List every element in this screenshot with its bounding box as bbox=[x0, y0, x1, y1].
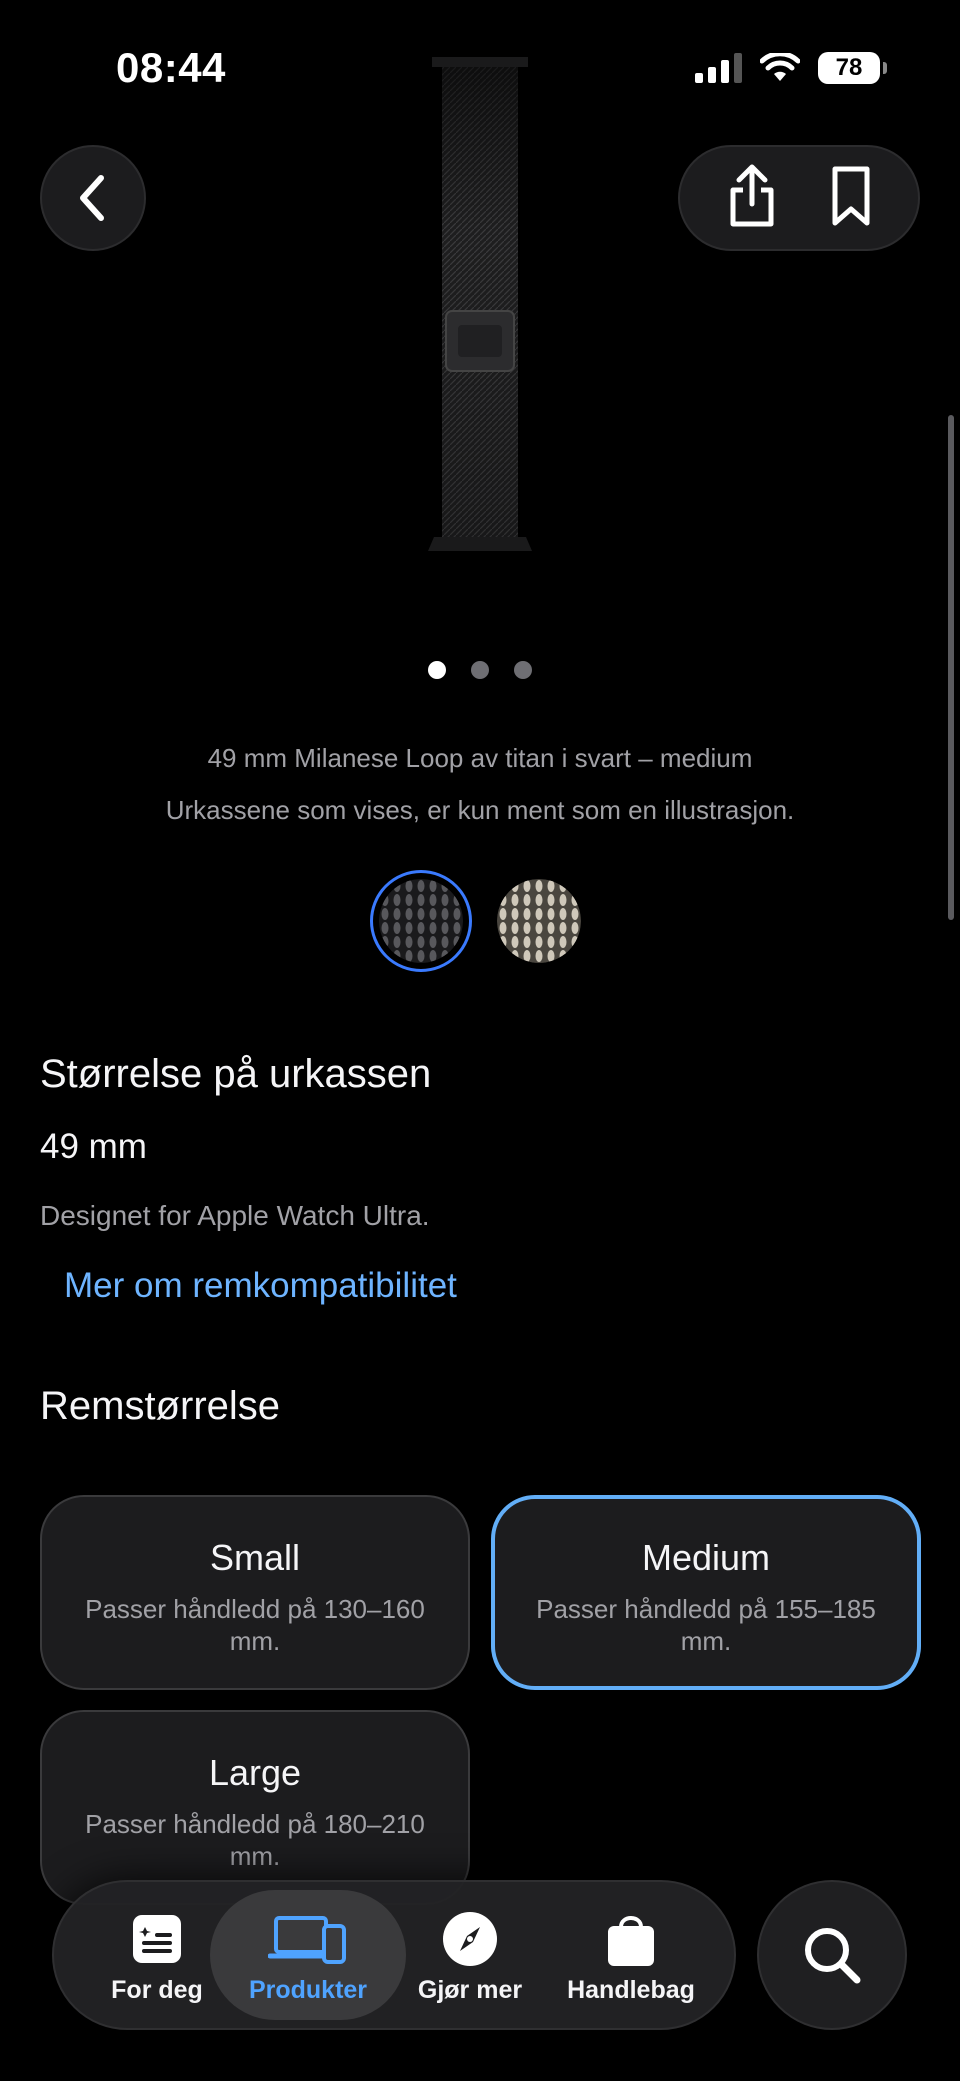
case-size-note: Designet for Apple Watch Ultra. bbox=[40, 1200, 430, 1231]
band-size-option-large[interactable]: Large Passer håndledd på 180–210 mm. bbox=[40, 1710, 470, 1905]
status-indicators: 78 bbox=[695, 52, 887, 84]
tab-bag[interactable]: Handlebag bbox=[556, 1890, 706, 2020]
action-button-group bbox=[678, 145, 920, 251]
tab-label: Produkter bbox=[248, 1976, 368, 2004]
product-image[interactable] bbox=[420, 55, 540, 555]
color-swatch-natural[interactable] bbox=[488, 870, 590, 972]
battery-icon: 78 bbox=[818, 52, 887, 84]
back-button[interactable] bbox=[40, 145, 146, 251]
bag-icon bbox=[608, 1916, 654, 1966]
pagination-dot[interactable] bbox=[428, 661, 446, 679]
pagination-dot[interactable] bbox=[471, 661, 489, 679]
battery-level: 78 bbox=[835, 54, 863, 81]
natural-titanium-swatch bbox=[497, 879, 581, 963]
tab-label: For deg bbox=[111, 1976, 203, 2004]
products-icon bbox=[268, 1916, 346, 1964]
search-button[interactable] bbox=[757, 1880, 907, 2030]
case-size-title: Størrelse på urkassen bbox=[40, 1052, 432, 1096]
bookmark-icon bbox=[832, 166, 870, 225]
compass-icon bbox=[443, 1912, 497, 1966]
pagination-dot[interactable] bbox=[514, 661, 532, 679]
band-size-description: Passer håndledd på 155–185 mm. bbox=[536, 1594, 876, 1656]
band-size-description: Passer håndledd på 130–160 mm. bbox=[85, 1594, 425, 1656]
band-size-label: Medium bbox=[641, 1537, 771, 1578]
tab-label: Handlebag bbox=[567, 1976, 695, 2004]
band-size-label: Large bbox=[208, 1752, 302, 1793]
chevron-left-icon bbox=[80, 175, 104, 221]
image-pagination bbox=[0, 661, 960, 679]
color-swatch-black[interactable] bbox=[370, 870, 472, 972]
search-icon bbox=[805, 1928, 861, 1984]
share-button[interactable] bbox=[725, 164, 779, 233]
product-name: 49 mm Milanese Loop av titan i svart – m… bbox=[207, 743, 753, 773]
band-size-label: Small bbox=[209, 1537, 301, 1578]
tab-for-you[interactable]: For deg bbox=[94, 1890, 220, 2020]
band-size-title: Remstørrelse bbox=[40, 1384, 281, 1428]
cellular-signal-icon bbox=[695, 53, 742, 83]
image-disclaimer: Urkassene som vises, er kun ment som en … bbox=[165, 795, 795, 825]
band-size-option-medium[interactable]: Medium Passer håndledd på 155–185 mm. bbox=[491, 1495, 921, 1690]
tab-products[interactable]: Produkter bbox=[210, 1890, 406, 2020]
compatibility-link[interactable]: Mer om remkompatibilitet bbox=[64, 1266, 457, 1306]
band-size-option-small[interactable]: Small Passer håndledd på 130–160 mm. bbox=[40, 1495, 470, 1690]
bookmark-button[interactable] bbox=[829, 165, 873, 232]
tab-label: Gjør mer bbox=[417, 1976, 523, 2004]
tab-do-more[interactable]: Gjør mer bbox=[404, 1890, 536, 2020]
black-titanium-swatch bbox=[379, 879, 463, 963]
status-time: 08:44 bbox=[116, 44, 226, 91]
share-icon bbox=[730, 164, 774, 226]
wifi-icon bbox=[760, 53, 800, 81]
for-you-icon bbox=[133, 1915, 181, 1963]
case-size-value: 49 mm bbox=[40, 1127, 147, 1166]
band-size-description: Passer håndledd på 180–210 mm. bbox=[85, 1809, 425, 1871]
tab-bar: For deg Produkter Gjør mer Handlebag bbox=[52, 1880, 736, 2030]
